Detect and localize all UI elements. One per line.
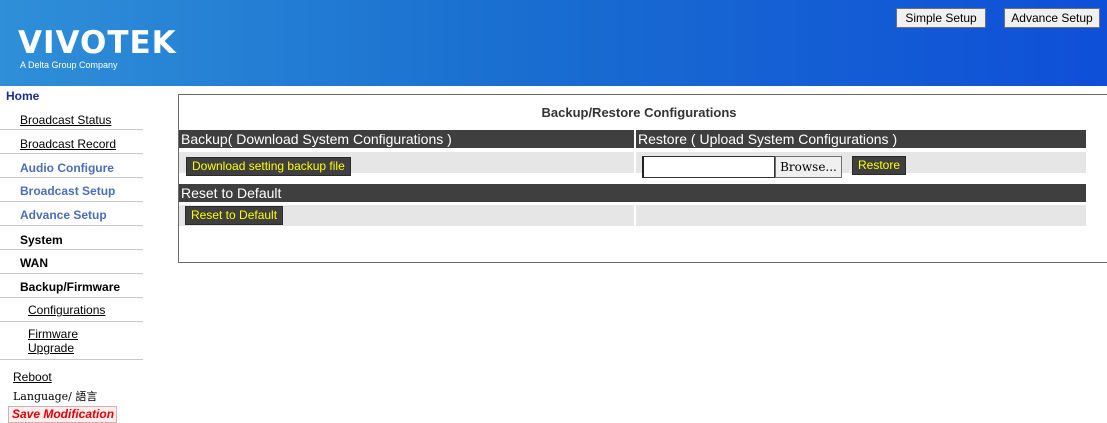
sidebar-item-label[interactable]: Configurations xyxy=(28,303,105,317)
sidebar-item-reboot[interactable]: Reboot xyxy=(13,370,52,384)
sidebar-item-wan[interactable]: WAN xyxy=(0,252,143,274)
sidebar-item-broadcast-record[interactable]: Broadcast Record xyxy=(0,132,143,154)
sidebar-item-language[interactable]: Language/ 語言 xyxy=(13,388,97,404)
reset-section-header: Reset to Default xyxy=(179,184,1086,202)
sidebar-item-label[interactable]: Advance Setup xyxy=(20,208,107,222)
sidebar-item-advance-setup[interactable]: Advance Setup xyxy=(0,204,143,226)
sidebar-item-label[interactable]: Firmware Upgrade xyxy=(28,327,98,355)
sidebar-item-broadcast-status[interactable]: Broadcast Status xyxy=(0,108,143,130)
restore-file-input[interactable] xyxy=(642,156,775,178)
page-title: Backup/Restore Configurations xyxy=(541,105,737,120)
reset-row-right xyxy=(636,205,1086,226)
sidebar-item-broadcast-setup[interactable]: Broadcast Setup xyxy=(0,180,143,202)
brand-tagline: A Delta Group Company xyxy=(20,60,118,70)
browse-button[interactable]: Browse... xyxy=(775,156,842,178)
simple-setup-button[interactable]: Simple Setup xyxy=(896,8,986,28)
save-modification-button[interactable]: Save Modification xyxy=(8,406,117,423)
advance-setup-button[interactable]: Advance Setup xyxy=(1004,8,1100,28)
header-banner: VIVOTEK A Delta Group Company Simple Set… xyxy=(0,0,1107,86)
sidebar-item-backup-firmware[interactable]: Backup/Firmware xyxy=(0,276,143,298)
sidebar-item-configurations[interactable]: Configurations xyxy=(0,298,143,322)
vivotek-logo: VIVOTEK A Delta Group Company xyxy=(18,27,177,70)
backup-restore-panel: Backup/Restore Configurations xyxy=(178,94,1107,263)
sidebar-item-label[interactable]: Backup/Firmware xyxy=(20,280,120,294)
brand-name: VIVOTEK xyxy=(18,25,177,61)
sidebar-item-label[interactable]: Broadcast Status xyxy=(20,113,111,127)
sidebar-item-label[interactable]: System xyxy=(20,233,63,247)
download-backup-button[interactable]: Download setting backup file xyxy=(186,157,351,176)
backup-section-header: Backup( Download System Configurations ) xyxy=(179,130,634,148)
restore-button[interactable]: Restore xyxy=(852,156,907,175)
sidebar-item-system[interactable]: System xyxy=(0,228,143,250)
sidebar-item-label[interactable]: Audio Configure xyxy=(20,161,114,175)
sidebar-item-label[interactable]: Broadcast Setup xyxy=(20,184,115,198)
sidebar-item-label[interactable]: Broadcast Record xyxy=(20,137,116,151)
reset-to-default-button[interactable]: Reset to Default xyxy=(185,206,284,225)
sidebar-home-link[interactable]: Home xyxy=(6,89,39,103)
sidebar-item-audio-configure[interactable]: Audio Configure xyxy=(0,156,143,178)
sidebar-item-label[interactable]: WAN xyxy=(20,256,48,270)
restore-section-header: Restore ( Upload System Configurations ) xyxy=(636,130,1086,148)
sidebar-item-firmware-upgrade[interactable]: Firmware Upgrade xyxy=(0,322,143,360)
